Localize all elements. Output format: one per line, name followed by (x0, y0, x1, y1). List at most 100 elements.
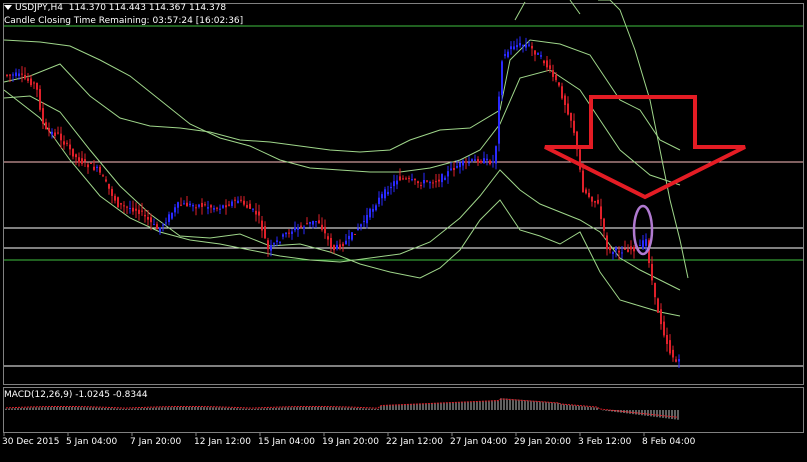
candle-body (99, 166, 101, 173)
x-tick-label: 22 Jan 12:00 (386, 437, 443, 447)
candle-body (111, 188, 113, 196)
candle-body (483, 158, 485, 164)
candle-body (531, 45, 533, 49)
candle-body (45, 122, 47, 130)
chevron-down-icon[interactable] (4, 5, 12, 10)
candle-body (201, 202, 203, 207)
candle-body (306, 223, 308, 225)
candle-body (102, 175, 104, 177)
candle-body (93, 166, 95, 170)
candle-body (156, 224, 158, 230)
candle-body (489, 160, 491, 164)
candle-body (129, 207, 131, 209)
candle-body (96, 166, 98, 168)
candle-body (63, 141, 65, 145)
candle-body (384, 189, 386, 199)
candle-body (441, 174, 443, 183)
x-tick-label: 7 Jan 20:00 (130, 437, 182, 447)
candle-body (48, 128, 50, 132)
candle-body (90, 163, 92, 165)
candle-body (147, 217, 149, 220)
candle-body (273, 243, 275, 245)
candle-body (150, 217, 152, 223)
candle-body (495, 146, 497, 164)
candle-body (477, 159, 479, 163)
candle-body (159, 227, 161, 232)
candle-body (537, 53, 539, 55)
candle-body (162, 224, 164, 226)
candle-body (276, 240, 278, 242)
candle-body (312, 220, 314, 225)
candle-body (195, 207, 197, 209)
candle-body (177, 202, 179, 208)
candle-body (657, 298, 659, 313)
candle-body (612, 251, 614, 255)
candle-body (438, 179, 440, 182)
candle-body (378, 197, 380, 204)
candle-body (21, 73, 23, 75)
candle-body (36, 82, 38, 90)
candle-body (552, 70, 554, 77)
candle-body (666, 334, 668, 345)
candle-body (264, 226, 266, 239)
candle-body (591, 196, 593, 202)
candle-body (168, 214, 170, 222)
candle-body (138, 209, 140, 214)
candle-body (387, 191, 389, 195)
candle-body (291, 231, 293, 234)
candle-body (426, 180, 428, 182)
candle-body (564, 95, 566, 106)
candle-body (72, 148, 74, 157)
candle-body (39, 89, 41, 110)
candle-body (381, 194, 383, 199)
candle-body (258, 211, 260, 216)
candle-body (27, 78, 29, 81)
candle-body (462, 160, 464, 166)
candle-body (51, 131, 53, 135)
candle-body (525, 44, 527, 48)
x-tick-label: 15 Jan 04:00 (258, 437, 315, 447)
candle-body (417, 181, 419, 184)
candle-body (165, 222, 167, 224)
candle-body (447, 171, 449, 177)
symbol-label: USDJPY,H4 (15, 3, 63, 13)
candle-body (6, 74, 8, 76)
candle-body (171, 212, 173, 219)
candle-body (360, 224, 362, 227)
candle-body (153, 223, 155, 225)
candle-body (87, 164, 89, 168)
candle-body (363, 220, 365, 222)
candle-body (465, 161, 467, 163)
candle-body (78, 157, 80, 163)
candle-body (528, 44, 530, 46)
candle-body (594, 200, 596, 203)
candle-body (369, 208, 371, 218)
candle-body (300, 225, 302, 227)
candle-body (318, 220, 320, 224)
candle-body (633, 247, 635, 252)
candle-body (15, 72, 17, 76)
candle-body (453, 167, 455, 171)
candle-body (366, 214, 368, 224)
candle-body (234, 199, 236, 201)
candle-body (294, 227, 296, 231)
candle-body (540, 55, 542, 57)
candle-body (645, 239, 647, 246)
candle-body (507, 51, 509, 58)
candle-body (270, 245, 272, 251)
candle-body (486, 158, 488, 161)
candle-body (246, 205, 248, 208)
candle-body (285, 232, 287, 235)
candle-body (582, 170, 584, 193)
candle-body (243, 200, 245, 205)
candle-body (144, 214, 146, 217)
candle-body (198, 204, 200, 207)
candle-body (183, 203, 185, 205)
x-tick-label: 30 Dec 2015 (2, 437, 60, 447)
x-tick-label: 29 Jan 20:00 (514, 437, 571, 447)
candle-body (141, 210, 143, 212)
candle-body (57, 132, 59, 134)
candle-body (399, 176, 401, 181)
candle-body (408, 177, 410, 179)
candle-body (471, 159, 473, 162)
